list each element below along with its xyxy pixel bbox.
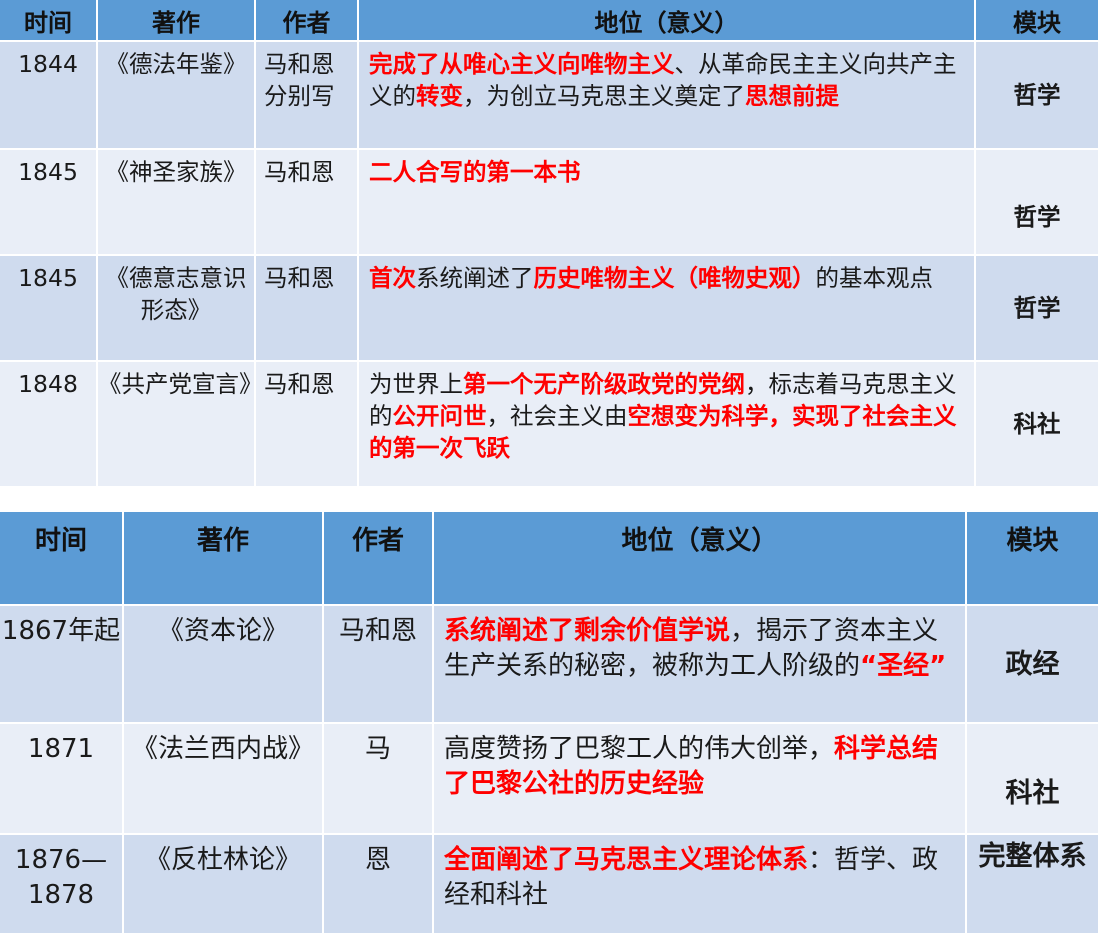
emphasis-text: 历史唯物主义（唯物史观） <box>533 264 816 292</box>
works-table-1: 时间 著作 作者 地位（意义） 模块 1844 《德法年鉴》 马和恩分别写 完成… <box>0 0 1100 488</box>
body-text: 系统阐述了 <box>416 264 534 292</box>
body-text: 的基本观点 <box>815 264 934 292</box>
cell-author: 马和恩 <box>256 256 359 362</box>
table-row: 1867年起 《资本论》 马和恩 系统阐述了剩余价值学说，揭示了资本主义生产关系… <box>0 606 1100 724</box>
cell-module: 政经 <box>967 606 1100 724</box>
emphasis-text: 系统阐述了剩余价值学说 <box>444 616 731 646</box>
emphasis-text: 思想前提 <box>745 82 839 110</box>
emphasis-text: “圣经” <box>860 651 947 681</box>
cell-module: 科社 <box>976 362 1100 488</box>
header-work: 著作 <box>124 512 324 606</box>
works-table-2: 时间 著作 作者 地位（意义） 模块 1867年起 《资本论》 马和恩 系统阐述… <box>0 512 1100 935</box>
cell-work: 《反杜林论》 <box>124 835 324 935</box>
cell-author: 马 <box>324 724 434 835</box>
header-module: 模块 <box>967 512 1100 606</box>
emphasis-text: 完成了从唯心主义向唯物主义 <box>369 50 675 78</box>
emphasis-text: 全面阐述了马克思主义理论体系 <box>444 845 809 875</box>
emphasis-text: 第一个无产阶级政党的党纲 <box>463 370 745 398</box>
cell-module: 哲学 <box>976 42 1100 150</box>
header-time: 时间 <box>0 512 124 606</box>
header-author: 作者 <box>256 0 359 42</box>
cell-work: 《法兰西内战》 <box>124 724 324 835</box>
cell-module: 科社 <box>967 724 1100 835</box>
cell-time: 1871 <box>0 724 124 835</box>
cell-author: 马和恩 <box>256 362 359 488</box>
cell-work: 《共产党宣言》 <box>98 362 256 488</box>
cell-module: 哲学 <box>976 256 1100 362</box>
body-text: ，为创立马克思主义奠定了 <box>463 82 745 110</box>
cell-time: 1845 <box>0 256 98 362</box>
cell-work: 《神圣家族》 <box>98 150 256 256</box>
body-text: ，社会主义由 <box>486 402 628 430</box>
cell-time: 1848 <box>0 362 98 488</box>
header-significance: 地位（意义） <box>434 512 967 606</box>
cell-time: 1844 <box>0 42 98 150</box>
body-text: 为世界上 <box>369 370 463 398</box>
table-row: 1845 《神圣家族》 马和恩 二人合写的第一本书 哲学 <box>0 150 1100 256</box>
cell-significance: 高度赞扬了巴黎工人的伟大创举，科学总结了巴黎公社的历史经验 <box>434 724 967 835</box>
header-module: 模块 <box>976 0 1100 42</box>
header-significance: 地位（意义） <box>359 0 976 42</box>
table-row: 1876—1878 《反杜林论》 恩 全面阐述了马克思主义理论体系：哲学、政经和… <box>0 835 1100 935</box>
table-header-row: 时间 著作 作者 地位（意义） 模块 <box>0 512 1100 606</box>
table-row: 1871 《法兰西内战》 马 高度赞扬了巴黎工人的伟大创举，科学总结了巴黎公社的… <box>0 724 1100 835</box>
header-work: 著作 <box>98 0 256 42</box>
header-time: 时间 <box>0 0 98 42</box>
cell-significance: 二人合写的第一本书 <box>359 150 976 256</box>
emphasis-text: 公开问世 <box>392 402 487 430</box>
emphasis-text: 转变 <box>416 82 463 110</box>
cell-module: 哲学 <box>976 150 1100 256</box>
cell-work: 《资本论》 <box>124 606 324 724</box>
cell-author: 马和恩分别写 <box>256 42 359 150</box>
cell-significance: 全面阐述了马克思主义理论体系：哲学、政经和科社 <box>434 835 967 935</box>
cell-work: 《德法年鉴》 <box>98 42 256 150</box>
header-author: 作者 <box>324 512 434 606</box>
emphasis-text: 首次 <box>369 264 416 292</box>
cell-module: 完整体系 <box>967 835 1100 935</box>
cell-significance: 首次系统阐述了历史唯物主义（唯物史观）的基本观点 <box>359 256 976 362</box>
cell-author: 恩 <box>324 835 434 935</box>
cell-time: 1845 <box>0 150 98 256</box>
cell-significance: 为世界上第一个无产阶级政党的党纲，标志着马克思主义的公开问世，社会主义由空想变为… <box>359 362 976 488</box>
cell-significance: 完成了从唯心主义向唯物主义、从革命民主主义向共产主义的转变，为创立马克思主义奠定… <box>359 42 976 150</box>
cell-author: 马和恩 <box>256 150 359 256</box>
cell-author: 马和恩 <box>324 606 434 724</box>
table-header-row: 时间 著作 作者 地位（意义） 模块 <box>0 0 1100 42</box>
cell-time: 1867年起 <box>0 606 124 724</box>
cell-significance: 系统阐述了剩余价值学说，揭示了资本主义生产关系的秘密，被称为工人阶级的“圣经” <box>434 606 967 724</box>
table-row: 1848 《共产党宣言》 马和恩 为世界上第一个无产阶级政党的党纲，标志着马克思… <box>0 362 1100 488</box>
table-row: 1844 《德法年鉴》 马和恩分别写 完成了从唯心主义向唯物主义、从革命民主主义… <box>0 42 1100 150</box>
table-row: 1845 《德意志意识形态》 马和恩 首次系统阐述了历史唯物主义（唯物史观）的基… <box>0 256 1100 362</box>
emphasis-text: 二人合写的第一本书 <box>369 158 581 186</box>
cell-work: 《德意志意识形态》 <box>98 256 256 362</box>
body-text: 高度赞扬了巴黎工人的伟大创举， <box>444 734 835 764</box>
cell-time: 1876—1878 <box>0 835 124 935</box>
